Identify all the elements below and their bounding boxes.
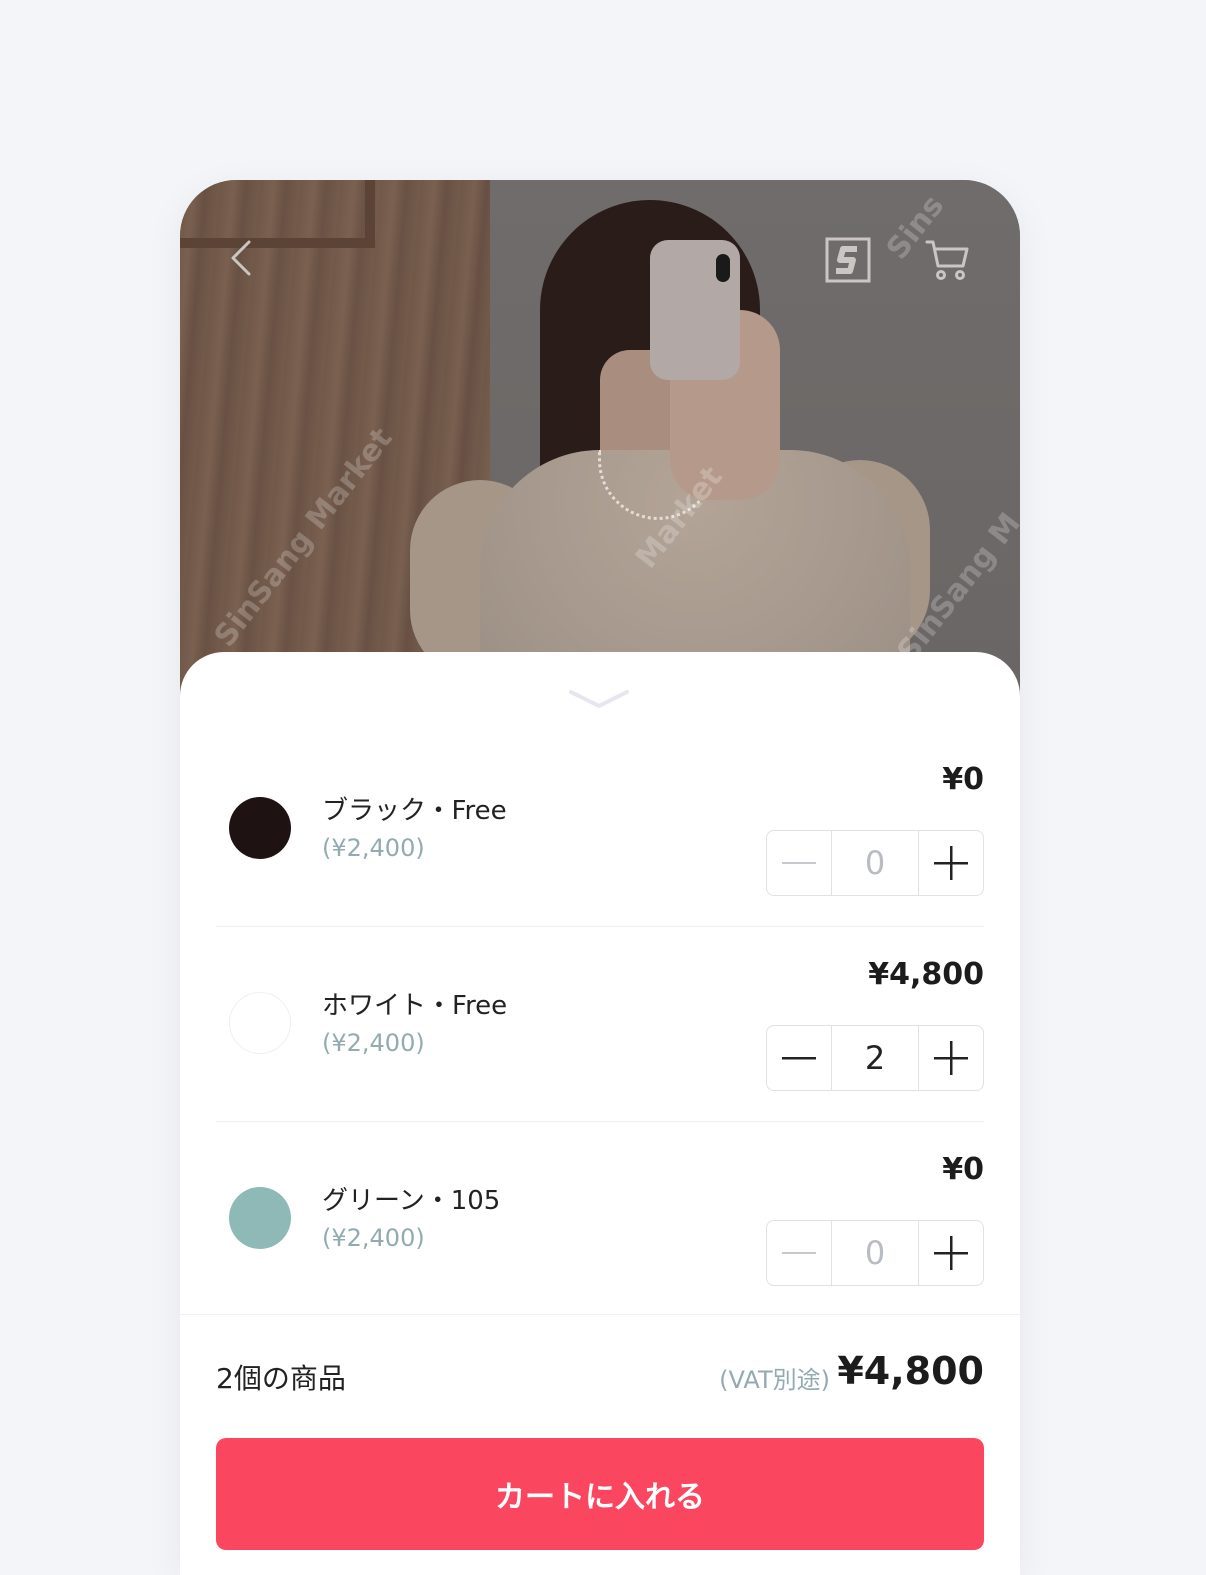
color-swatch-green xyxy=(229,1187,291,1249)
sinsang-logo-icon[interactable] xyxy=(825,237,873,283)
grand-total: ¥4,800 xyxy=(837,1349,984,1393)
back-icon[interactable] xyxy=(222,238,262,278)
quantity-value[interactable]: 0 xyxy=(831,831,919,895)
option-name: ブラック・Free xyxy=(322,796,507,826)
add-to-cart-button[interactable]: カートに入れる xyxy=(216,1438,984,1550)
product-photo: SinSang Market Market SinSang M Sins xyxy=(180,180,1020,700)
plus-button[interactable] xyxy=(919,1221,983,1285)
option-name: ホワイト・Free xyxy=(322,991,508,1021)
vat-note: (VAT別途) xyxy=(719,1366,830,1394)
option-total: ¥4,800 xyxy=(868,957,984,992)
option-unit-price: (¥2,400) xyxy=(322,1029,425,1057)
quantity-stepper: 0 xyxy=(766,830,984,896)
option-total: ¥0 xyxy=(942,762,984,797)
minus-button[interactable] xyxy=(767,831,831,895)
quantity-stepper: 2 xyxy=(766,1025,984,1091)
option-total: ¥0 xyxy=(942,1152,984,1187)
option-row: ブラック・Free (¥2,400) ¥0 0 xyxy=(216,732,984,927)
color-swatch-black xyxy=(229,797,291,859)
door-frame xyxy=(180,180,375,248)
quantity-value[interactable]: 0 xyxy=(831,1221,919,1285)
minus-button[interactable] xyxy=(767,1026,831,1090)
item-count: 2個の商品 xyxy=(216,1362,346,1395)
option-bottom-sheet: ブラック・Free (¥2,400) ¥0 0 ホワイト・Free (¥2,40… xyxy=(180,652,1020,1575)
option-unit-price: (¥2,400) xyxy=(322,1224,425,1252)
minus-button[interactable] xyxy=(767,1221,831,1285)
chevron-down-icon[interactable] xyxy=(568,686,630,712)
color-swatch-white xyxy=(229,992,291,1054)
summary-divider xyxy=(180,1314,1020,1315)
plus-button[interactable] xyxy=(919,1026,983,1090)
option-row: ホワイト・Free (¥2,400) ¥4,800 2 xyxy=(216,927,984,1122)
option-name: グリーン・105 xyxy=(322,1186,501,1216)
quantity-stepper: 0 xyxy=(766,1220,984,1286)
model-smartphone xyxy=(650,240,740,380)
product-sheet-screen: SinSang Market Market SinSang M Sins ブラッ… xyxy=(180,180,1020,1575)
option-unit-price: (¥2,400) xyxy=(322,834,425,862)
cart-icon[interactable] xyxy=(925,236,971,282)
option-row: グリーン・105 (¥2,400) ¥0 0 xyxy=(216,1122,984,1317)
plus-button[interactable] xyxy=(919,831,983,895)
quantity-value[interactable]: 2 xyxy=(831,1026,919,1090)
